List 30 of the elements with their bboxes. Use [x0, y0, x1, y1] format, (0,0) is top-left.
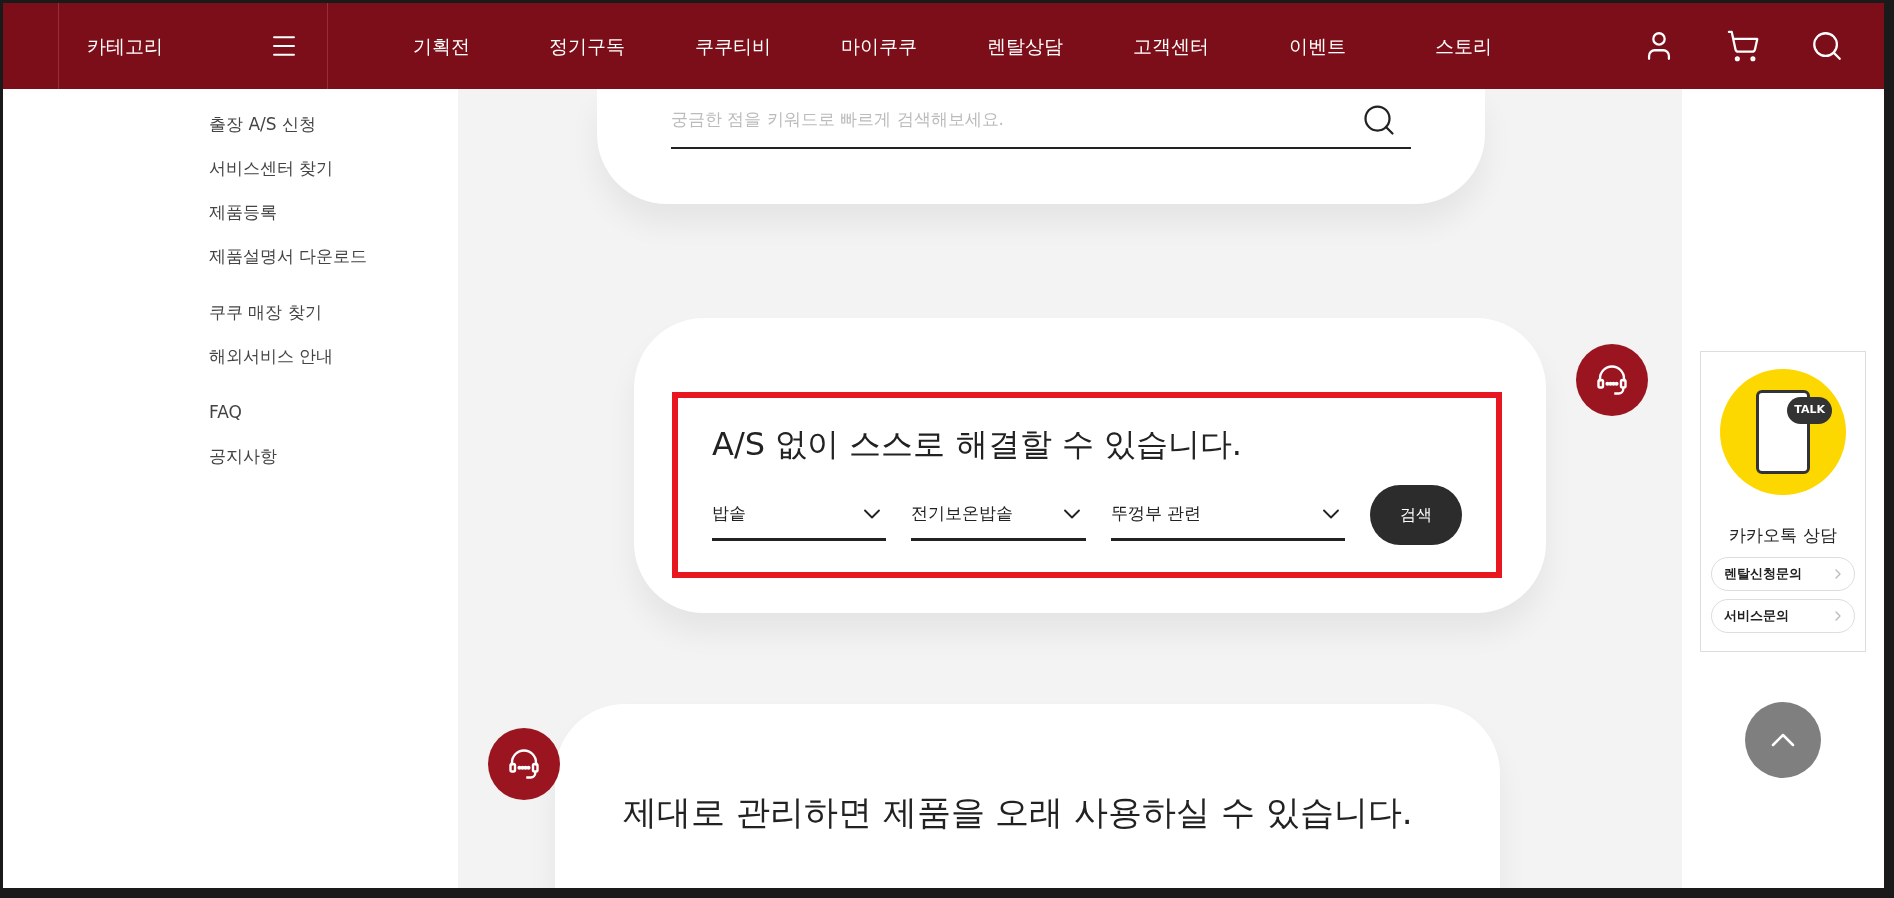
category-select[interactable]: 뚜껑부 관련 — [1110, 490, 1345, 541]
nav-link[interactable]: 정기구독 — [514, 31, 660, 61]
sidebar-link[interactable]: 제품설명서 다운로드 — [209, 243, 458, 269]
nav-link[interactable]: 고객센터 — [1098, 31, 1244, 61]
category-select[interactable]: 밥솥 — [712, 490, 887, 541]
sidebar-link[interactable]: FAQ — [209, 399, 458, 425]
search-button[interactable]: 검색 — [1369, 484, 1462, 545]
sidebar-link[interactable]: 공지사항 — [209, 443, 458, 469]
search-icon[interactable] — [1810, 29, 1844, 63]
sidebar-link[interactable]: 쿠쿠 매장 찾기 — [209, 299, 458, 325]
search-icon[interactable] — [1361, 102, 1397, 138]
sidebar-link[interactable]: 제품등록 — [209, 199, 458, 225]
nav-link[interactable]: 렌탈상담 — [952, 31, 1098, 61]
keyword-search-field[interactable]: 궁금한 점을 키워드로 빠르게 검색해보세요. — [671, 93, 1411, 149]
keyword-input[interactable]: 궁금한 점을 키워드로 빠르게 검색해보세요. — [671, 107, 1361, 133]
category-select[interactable]: 전기보온밥솥 — [911, 490, 1086, 541]
kakao-title: 카카오톡 상담 — [1729, 524, 1837, 547]
nav-link[interactable]: 이벤트 — [1244, 31, 1390, 61]
solve-title: A/S 없이 스스로 해결할 수 있습니다. — [712, 423, 1243, 465]
talk-phone-icon[interactable]: TALK — [1720, 369, 1846, 495]
nav-link[interactable]: 스토리 — [1390, 31, 1536, 61]
nav-link[interactable]: 마이쿠쿠 — [806, 31, 952, 61]
nav-link[interactable]: 쿠쿠티비 — [660, 31, 806, 61]
nav-link[interactable]: 기획전 — [368, 31, 514, 61]
sidebar-link[interactable]: 출장 A/S 신청 — [209, 111, 458, 137]
sidebar-link[interactable]: 해외서비스 안내 — [209, 343, 458, 369]
cart-icon[interactable] — [1726, 29, 1760, 63]
care-title: 제대로 관리하면 제품을 오래 사용하실 수 있습니다. — [623, 790, 1414, 834]
category-label[interactable]: 카테고리 — [87, 31, 163, 61]
sidebar-link[interactable]: 서비스센터 찾기 — [209, 155, 458, 181]
